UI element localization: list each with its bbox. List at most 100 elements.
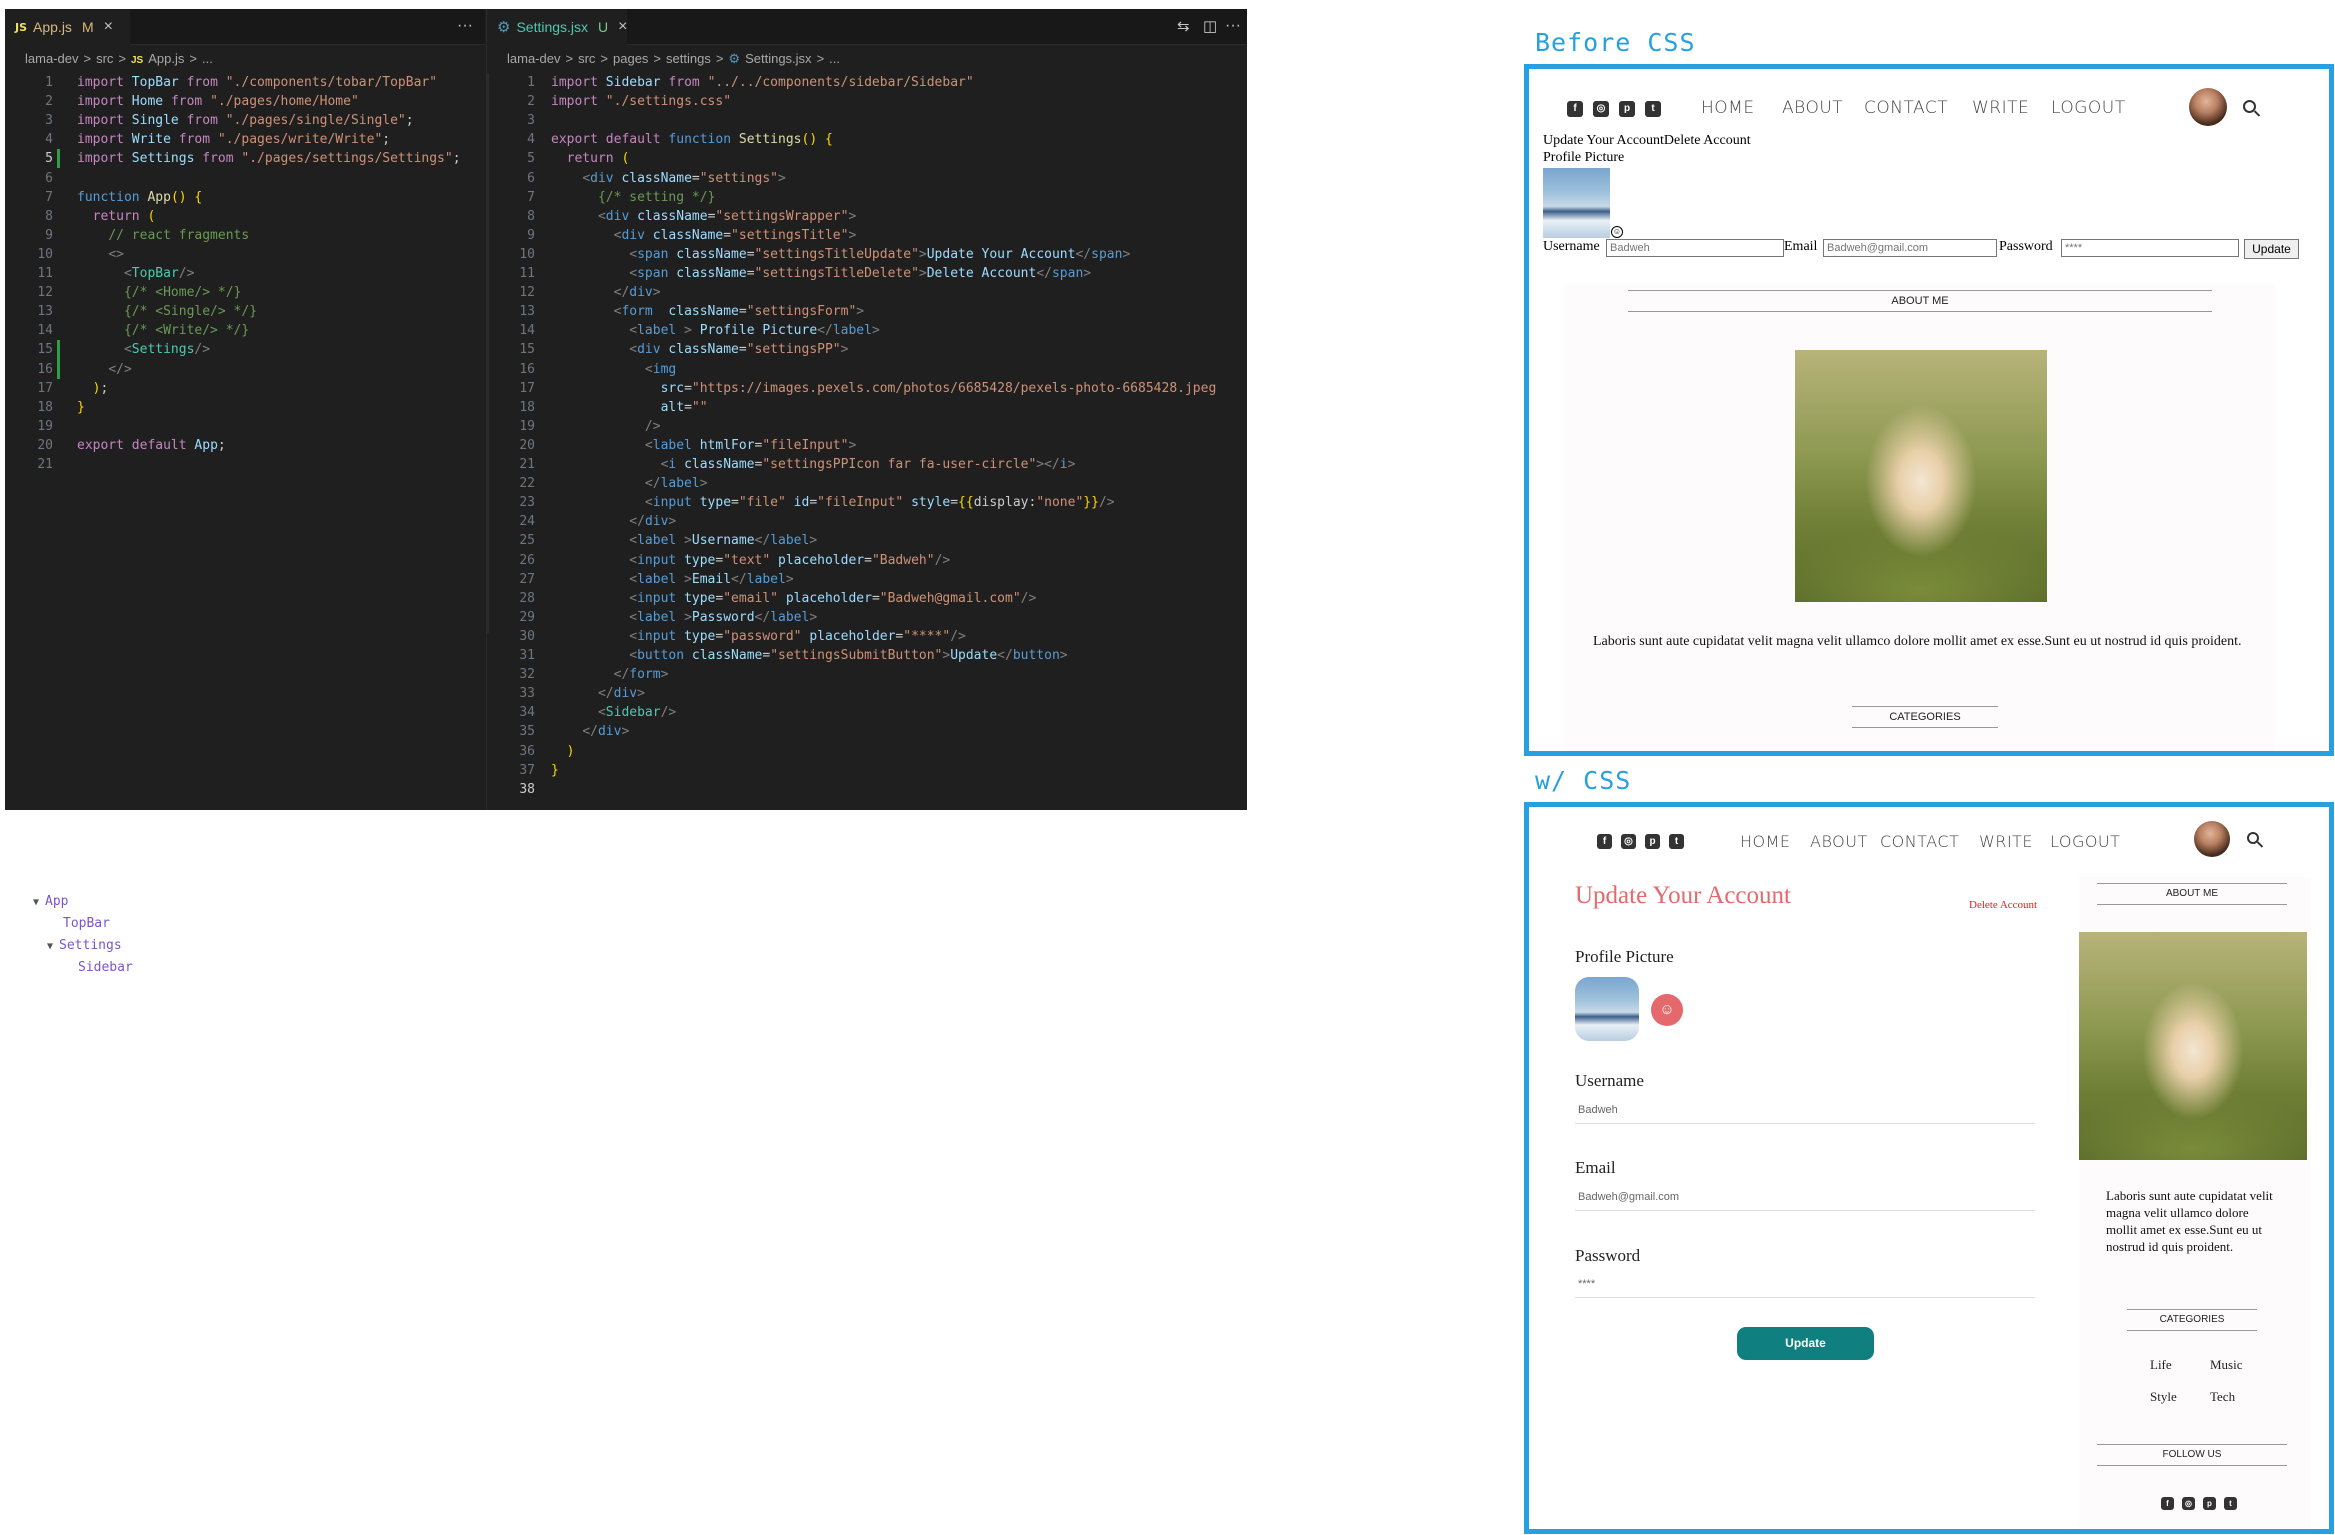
delete-account-link[interactable]: Delete Account bbox=[1969, 899, 2037, 911]
category-music[interactable]: Music bbox=[2210, 1357, 2243, 1373]
code-line[interactable]: <label > Profile Picture</label> bbox=[551, 321, 880, 340]
code-line[interactable]: <form className="settingsForm"> bbox=[551, 302, 864, 321]
code-line[interactable]: <label >Password</label> bbox=[551, 608, 817, 627]
twitter-square-icon[interactable]: t bbox=[1669, 834, 1684, 849]
compare-changes-icon[interactable]: ⇆ bbox=[1177, 17, 1190, 35]
code-line[interactable]: import Write from "./pages/write/Write"; bbox=[77, 130, 390, 149]
pinterest-square-icon[interactable]: p bbox=[1619, 101, 1635, 117]
code-line[interactable]: <div className="settingsPP"> bbox=[551, 340, 848, 359]
code-line[interactable]: <input type="password" placeholder="****… bbox=[551, 627, 966, 646]
email-input[interactable]: Badweh@gmail.com bbox=[1823, 239, 1997, 257]
code-line[interactable]: </form> bbox=[551, 665, 669, 684]
code-line[interactable]: export default App; bbox=[77, 436, 226, 455]
close-tab-icon[interactable]: × bbox=[618, 18, 627, 36]
nav-contact[interactable]: CONTACT bbox=[1864, 98, 1948, 118]
breadcrumb-segment[interactable]: ... bbox=[829, 51, 840, 66]
password-input[interactable]: **** bbox=[1575, 1278, 2035, 1298]
code-line[interactable]: src="https://images.pexels.com/photos/66… bbox=[551, 379, 1217, 398]
instagram-square-icon[interactable]: ◎ bbox=[1593, 101, 1609, 117]
code-line[interactable]: {/* <Home/> */} bbox=[77, 283, 241, 302]
twitter-square-icon[interactable]: t bbox=[2224, 1497, 2237, 1510]
code-line[interactable]: /> bbox=[551, 417, 661, 436]
instagram-square-icon[interactable]: ◎ bbox=[2182, 1497, 2195, 1510]
breadcrumb-segment[interactable]: App.js bbox=[148, 51, 184, 66]
breadcrumb-segment[interactable]: Settings.jsx bbox=[745, 51, 811, 66]
username-input[interactable]: Badweh bbox=[1575, 1104, 2035, 1124]
code-line[interactable]: <> bbox=[77, 245, 124, 264]
tree-node-sidebar[interactable]: Sidebar bbox=[33, 960, 133, 982]
facebook-square-icon[interactable]: f bbox=[1597, 834, 1612, 849]
code-line[interactable]: </div> bbox=[551, 283, 661, 302]
twitter-square-icon[interactable]: t bbox=[1645, 101, 1661, 117]
pinterest-square-icon[interactable]: p bbox=[2203, 1497, 2216, 1510]
breadcrumb-segment[interactable]: lama-dev bbox=[25, 51, 78, 66]
breadcrumb-segment[interactable]: src bbox=[578, 51, 595, 66]
code-line[interactable]: <label >Username</label> bbox=[551, 531, 817, 550]
update-button[interactable]: Update bbox=[1737, 1327, 1874, 1360]
close-tab-icon[interactable]: × bbox=[104, 18, 113, 36]
category-tech[interactable]: Tech bbox=[2210, 1389, 2235, 1405]
username-input[interactable]: Badweh bbox=[1606, 239, 1784, 257]
code-line[interactable]: import Home from "./pages/home/Home" bbox=[77, 92, 359, 111]
code-line[interactable]: ); bbox=[77, 379, 109, 398]
search-icon[interactable] bbox=[2247, 832, 2259, 844]
nav-write[interactable]: WRITE bbox=[1979, 832, 2033, 851]
code-line[interactable]: } bbox=[77, 398, 85, 417]
code-line[interactable]: <div className="settingsWrapper"> bbox=[551, 207, 856, 226]
code-line[interactable]: </div> bbox=[551, 512, 676, 531]
avatar[interactable] bbox=[2189, 88, 2227, 126]
code-line[interactable]: <div className="settingsTitle"> bbox=[551, 226, 857, 245]
tree-node-topbar[interactable]: TopBar bbox=[33, 916, 133, 938]
password-input[interactable]: **** bbox=[2061, 239, 2239, 257]
code-line[interactable]: } bbox=[551, 761, 559, 780]
expand-triangle-icon[interactable]: ▼ bbox=[47, 941, 53, 952]
user-circle-icon[interactable]: ☺ bbox=[1611, 226, 1623, 238]
breadcrumb-segment[interactable]: settings bbox=[666, 51, 711, 66]
code-line[interactable]: </div> bbox=[551, 684, 645, 703]
facebook-square-icon[interactable]: f bbox=[1567, 101, 1583, 117]
code-line[interactable]: <label htmlFor="fileInput"> bbox=[551, 436, 856, 455]
more-actions-icon[interactable]: ··· bbox=[1225, 17, 1241, 35]
nav-write[interactable]: WRITE bbox=[1972, 98, 2029, 118]
code-line[interactable]: <Settings/> bbox=[77, 340, 210, 359]
nav-logout[interactable]: LOGOUT bbox=[2050, 832, 2120, 851]
nav-home[interactable]: HOME bbox=[1701, 98, 1755, 118]
split-editor-icon[interactable]: ◫ bbox=[1203, 17, 1217, 35]
code-line[interactable]: <input type="text" placeholder="Badweh"/… bbox=[551, 551, 950, 570]
code-line[interactable]: <i className="settingsPPIcon far fa-user… bbox=[551, 455, 1076, 474]
code-line[interactable]: <input type="file" id="fileInput" style=… bbox=[551, 493, 1115, 512]
code-line[interactable]: <TopBar/> bbox=[77, 264, 194, 283]
code-line[interactable]: ) bbox=[551, 742, 575, 761]
user-circle-icon[interactable]: ☺ bbox=[1651, 994, 1683, 1026]
code-line[interactable]: <input type="email" placeholder="Badweh@… bbox=[551, 589, 1036, 608]
instagram-square-icon[interactable]: ◎ bbox=[1621, 834, 1636, 849]
code-line[interactable]: <div className="settings"> bbox=[551, 169, 786, 188]
nav-contact[interactable]: CONTACT bbox=[1880, 832, 1959, 851]
code-line[interactable]: <span className="settingsTitleUpdate">Up… bbox=[551, 245, 1130, 264]
code-line[interactable]: function App() { bbox=[77, 188, 202, 207]
search-icon[interactable] bbox=[2243, 100, 2256, 113]
code-line[interactable]: {/* <Write/> */} bbox=[77, 321, 249, 340]
nav-logout[interactable]: LOGOUT bbox=[2051, 98, 2126, 118]
tree-node-settings[interactable]: ▼ Settings bbox=[33, 938, 133, 960]
tab-settings-jsx[interactable]: ⚙ Settings.jsx U × bbox=[487, 9, 628, 45]
code-line[interactable]: return ( bbox=[551, 149, 630, 168]
category-life[interactable]: Life bbox=[2150, 1357, 2172, 1373]
breadcrumb-segment[interactable]: src bbox=[96, 51, 113, 66]
code-line[interactable]: </> bbox=[77, 360, 131, 379]
breadcrumb-segment[interactable]: ... bbox=[202, 51, 213, 66]
code-line[interactable]: <button className="settingsSubmitButton"… bbox=[551, 646, 1067, 665]
avatar[interactable] bbox=[2194, 821, 2230, 857]
code-line[interactable]: export default function Settings() { bbox=[551, 130, 833, 149]
code-line[interactable]: import Single from "./pages/single/Singl… bbox=[77, 111, 414, 130]
code-line[interactable]: {/* <Single/> */} bbox=[77, 302, 257, 321]
breadcrumb-segment[interactable]: pages bbox=[613, 51, 648, 66]
more-actions-icon[interactable]: ··· bbox=[457, 17, 473, 35]
nav-about[interactable]: ABOUT bbox=[1810, 832, 1868, 851]
code-line[interactable]: <img bbox=[551, 360, 676, 379]
code-line[interactable]: {/* setting */} bbox=[551, 188, 715, 207]
code-line[interactable]: return ( bbox=[77, 207, 156, 226]
code-line[interactable]: </div> bbox=[551, 722, 629, 741]
code-line[interactable]: import TopBar from "./components/tobar/T… bbox=[77, 73, 437, 92]
category-style[interactable]: Style bbox=[2150, 1389, 2177, 1405]
